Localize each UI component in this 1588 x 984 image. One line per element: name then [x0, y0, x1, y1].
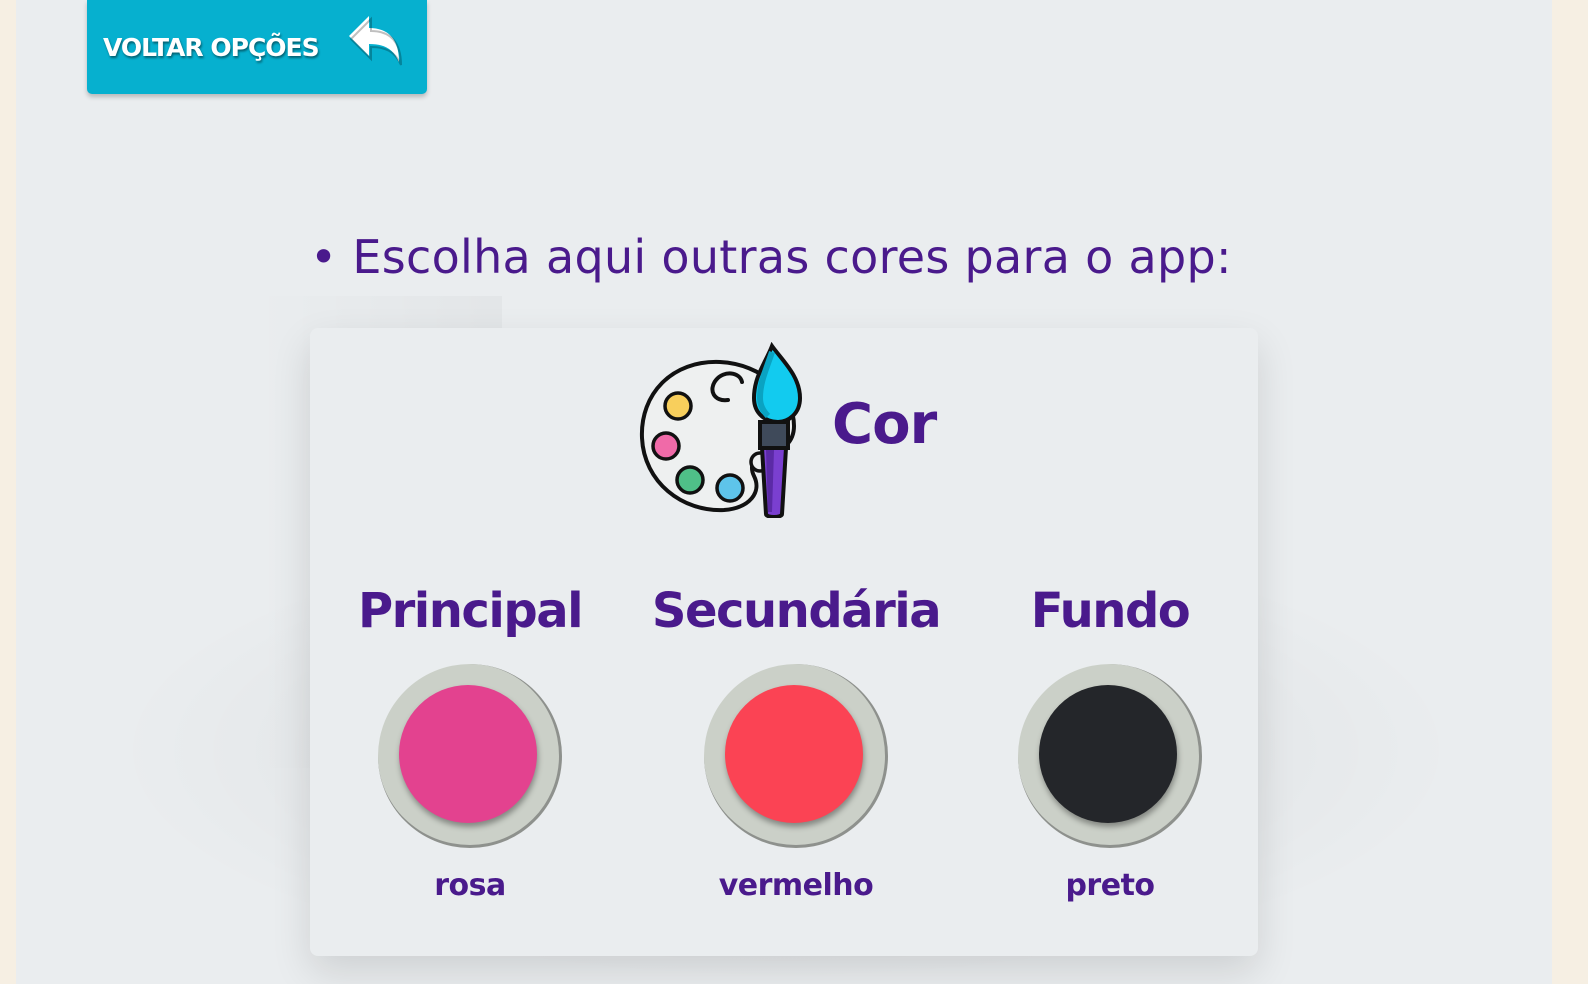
back-button-label: VOLTAR OPÇÕES: [103, 32, 320, 62]
color-settings-card: Cor Principal rosa Secundária vermelho F…: [310, 328, 1258, 956]
color-swatch: [725, 685, 863, 823]
color-option-label: Secundária: [651, 583, 942, 639]
color-option-fundo: Fundo preto: [960, 578, 1260, 903]
color-value-label: vermelho: [718, 868, 874, 903]
color-picker-principal[interactable]: [378, 664, 562, 848]
color-swatch: [1039, 685, 1177, 823]
color-picker-secundaria[interactable]: [704, 664, 888, 848]
color-option-label: Principal: [357, 583, 584, 639]
color-option-label: Fundo: [1030, 583, 1191, 639]
color-option-principal: Principal rosa: [320, 578, 620, 903]
card-title: Cor: [832, 392, 937, 457]
palette-brush-icon: [639, 342, 803, 518]
options-page: VOLTAR OPÇÕES • Escolha aqui outras core…: [16, 0, 1552, 984]
color-option-secundaria: Secundária vermelho: [646, 578, 946, 903]
color-picker-fundo[interactable]: [1018, 664, 1202, 848]
color-value-label: preto: [1065, 868, 1155, 903]
undo-arrow-icon: [349, 16, 402, 66]
color-value-label: rosa: [434, 868, 506, 903]
color-swatch: [399, 685, 537, 823]
instruction-text: • Escolha aqui outras cores para o app:: [310, 230, 1232, 284]
back-to-options-button[interactable]: VOLTAR OPÇÕES: [87, 0, 427, 94]
